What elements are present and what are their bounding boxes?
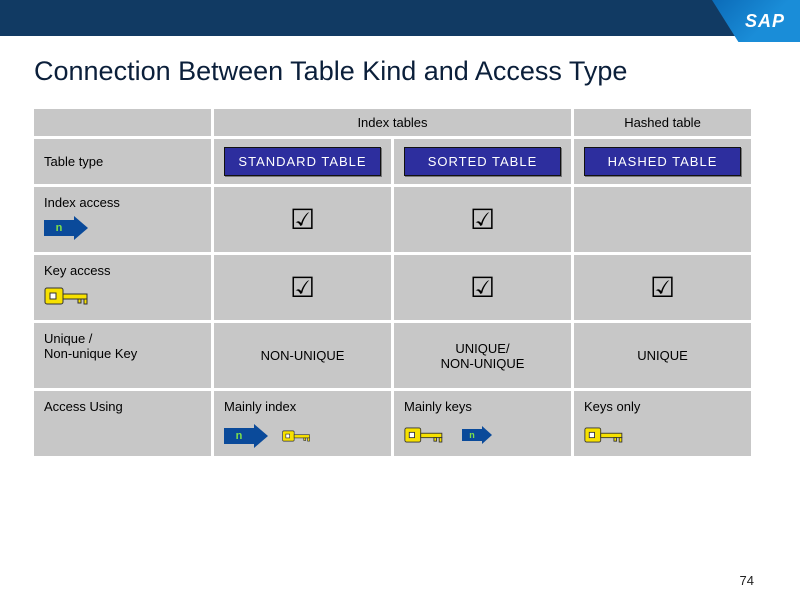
slide-title: Connection Between Table Kind and Access… bbox=[34, 56, 800, 87]
cell-index-access-sorted: ☑ bbox=[394, 187, 574, 255]
row-label-index-access: Index access n bbox=[34, 187, 214, 255]
corner-cell bbox=[34, 109, 214, 139]
chip-sorted-table: SORTED TABLE bbox=[404, 147, 561, 176]
access-using-hashed-text: Keys only bbox=[584, 399, 640, 414]
key-icon bbox=[404, 424, 448, 446]
check-icon: ☑ bbox=[290, 206, 315, 234]
row-label-access-using: Access Using bbox=[34, 391, 214, 459]
cell-access-using-standard: Mainly index n bbox=[214, 391, 394, 459]
cell-unique-standard: NON-UNIQUE bbox=[214, 323, 394, 391]
cell-unique-hashed: UNIQUE bbox=[574, 323, 754, 391]
arrow-n-label: n bbox=[462, 429, 482, 441]
key-icon bbox=[282, 428, 314, 444]
header-bar: SAP bbox=[0, 0, 800, 36]
check-icon: ☑ bbox=[470, 206, 495, 234]
cell-table-type-standard: STANDARD TABLE bbox=[214, 139, 394, 187]
cell-key-access-hashed: ☑ bbox=[574, 255, 754, 323]
key-icon bbox=[584, 424, 628, 446]
check-icon: ☑ bbox=[290, 274, 315, 302]
chip-hashed-table: HASHED TABLE bbox=[584, 147, 741, 176]
key-icon bbox=[44, 284, 94, 308]
cell-index-access-hashed bbox=[574, 187, 754, 255]
group-header-index: Index tables bbox=[214, 109, 574, 139]
sap-logo-text: SAP bbox=[745, 11, 785, 32]
access-using-sorted-text: Mainly keys bbox=[404, 399, 472, 414]
page-number: 74 bbox=[740, 573, 754, 588]
row-label-key-access: Key access bbox=[34, 255, 214, 323]
cell-access-using-sorted: Mainly keys n bbox=[394, 391, 574, 459]
index-arrow-icon: n bbox=[224, 424, 268, 448]
access-using-standard-text: Mainly index bbox=[224, 399, 296, 414]
arrow-n-label: n bbox=[44, 220, 74, 236]
row-label-unique: Unique / Non-unique Key bbox=[34, 323, 214, 391]
cell-table-type-sorted: SORTED TABLE bbox=[394, 139, 574, 187]
cell-table-type-hashed: HASHED TABLE bbox=[574, 139, 754, 187]
index-access-label: Index access bbox=[44, 195, 120, 210]
check-icon: ☑ bbox=[650, 274, 675, 302]
comparison-table: Index tables Hashed table Table type STA… bbox=[34, 109, 766, 459]
cell-access-using-hashed: Keys only bbox=[574, 391, 754, 459]
index-arrow-icon: n bbox=[462, 426, 492, 444]
sap-logo: SAP bbox=[712, 0, 800, 42]
chip-standard-table: STANDARD TABLE bbox=[224, 147, 381, 176]
key-access-label: Key access bbox=[44, 263, 110, 278]
cell-unique-sorted: UNIQUE/ NON-UNIQUE bbox=[394, 323, 574, 391]
index-arrow-icon: n bbox=[44, 216, 88, 240]
group-header-hashed: Hashed table bbox=[574, 109, 754, 139]
cell-key-access-standard: ☑ bbox=[214, 255, 394, 323]
check-icon: ☑ bbox=[470, 274, 495, 302]
row-label-table-type: Table type bbox=[34, 139, 214, 187]
arrow-n-label: n bbox=[224, 428, 254, 444]
cell-key-access-sorted: ☑ bbox=[394, 255, 574, 323]
cell-index-access-standard: ☑ bbox=[214, 187, 394, 255]
